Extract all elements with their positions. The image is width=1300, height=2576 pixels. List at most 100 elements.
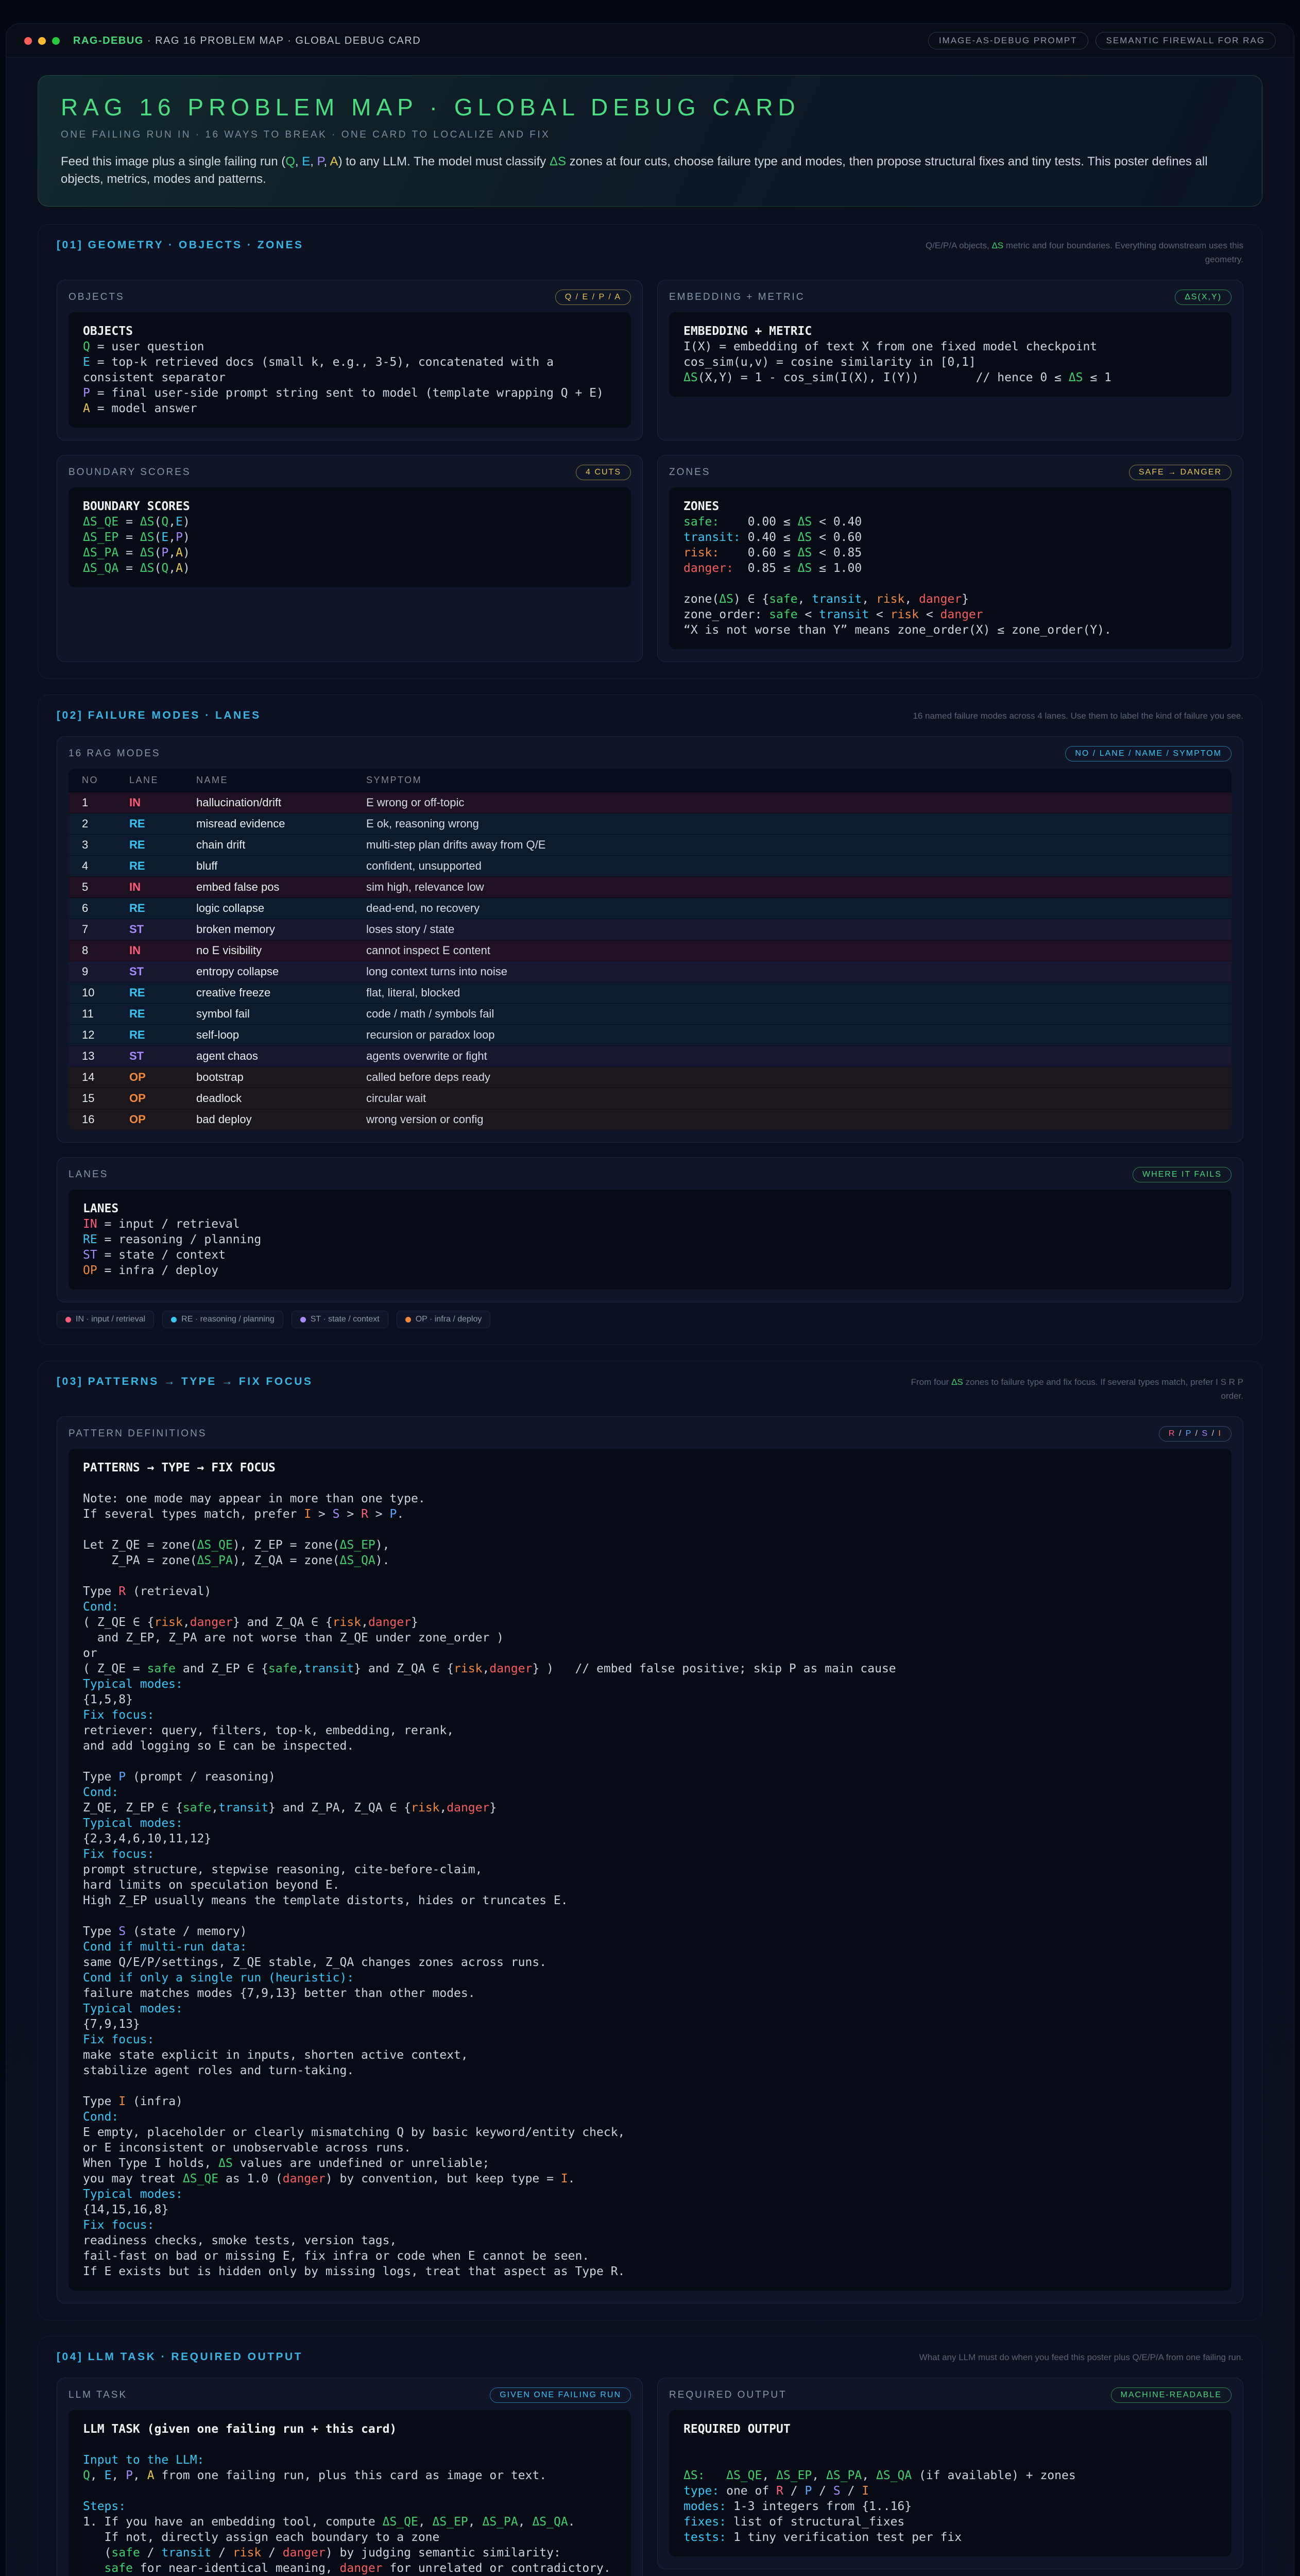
mode-cell-sym: confident, unsupported <box>366 856 1231 877</box>
zones-code-block: ZONESsafe: 0.00 ≤ ΔS < 0.40transit: 0.40… <box>669 487 1231 649</box>
mode-row: 3REchain driftmulti-step plan drifts awa… <box>69 835 1231 856</box>
code-line: Fix focus: <box>83 1846 1217 1862</box>
text-segment: danger: <box>683 562 733 575</box>
mode-cell-name: no E visibility <box>196 940 366 961</box>
mode-cell-lane: OP <box>129 1067 196 1088</box>
lane-tag: RE <box>129 817 145 830</box>
text-segment: Typical modes: <box>83 2002 183 2015</box>
code-line <box>683 2452 1217 2468</box>
text-segment: ST <box>83 1248 97 1262</box>
text-segment: . <box>397 1507 404 1521</box>
text-segment: Q/E/P/A objects, <box>926 241 992 250</box>
code-line: ZONES <box>683 499 1217 514</box>
text-segment: Steps: <box>83 2500 126 2513</box>
mode-cell-name: broken memory <box>196 919 366 940</box>
text-segment: P <box>805 2484 812 2498</box>
text-segment: E <box>176 515 183 529</box>
mode-row: 10REcreative freezeflat, literal, blocke… <box>69 982 1231 1004</box>
section-patterns: [03] PATTERNS → TYPE → FIX FOCUS From fo… <box>38 1361 1262 2320</box>
text-segment: I <box>304 1507 311 1521</box>
code-line: stabilize agent roles and turn-taking. <box>83 2063 1217 2078</box>
text-segment: E <box>105 2469 112 2482</box>
text-segment: = <box>118 515 140 529</box>
text-segment: Typical modes: <box>83 1817 183 1830</box>
text-segment: from one failing run, plus this card as … <box>155 2469 547 2482</box>
column-header: NO <box>69 769 129 792</box>
panel-rag-modes: 16 RAG MODES NO / LANE / NAME / SYMPTOM … <box>57 736 1243 1143</box>
code-line: failure matches modes {7,9,13} better th… <box>83 1986 1217 2001</box>
text-segment: I <box>118 2095 126 2108</box>
code-line: “X is not worse than Y” means zone_order… <box>683 622 1217 638</box>
panel-llm-task: LLM TASK GIVEN ONE FAILING RUN LLM TASK … <box>57 2378 643 2576</box>
text-segment: = final user-side prompt string sent to … <box>90 386 604 400</box>
text-segment: safe <box>147 1662 176 1675</box>
mode-row: 16OPbad deploywrong version or config <box>69 1109 1231 1130</box>
text-segment: R <box>1169 1429 1176 1438</box>
code-line: Cond if only a single run (heuristic): <box>83 1970 1217 1986</box>
text-segment: S <box>333 1507 340 1521</box>
code-line: PATTERNS → TYPE → FIX FOCUS <box>83 1460 1217 1476</box>
text-segment: (X,Y) = 1 - cos_sim(I(X), I(Y)) // hence… <box>698 371 1069 384</box>
mode-row: 2REmisread evidenceE ok, reasoning wrong <box>69 814 1231 835</box>
mode-cell-lane: RE <box>129 1025 196 1046</box>
mode-cell-no: 11 <box>69 1004 129 1025</box>
lane-tag: RE <box>129 902 145 914</box>
text-segment: ΔS <box>140 546 155 560</box>
text-segment: danger <box>340 2562 383 2575</box>
text-segment: . <box>568 2515 575 2529</box>
section-llm-task: [04] LLM TASK · REQUIRED OUTPUT What any… <box>38 2336 1262 2576</box>
code-line: cos_sim(u,v) = cosine similarity in [0,1… <box>683 354 1217 370</box>
panel-objects-label: OBJECTS <box>69 292 125 303</box>
lane-tag: RE <box>129 859 145 872</box>
text-segment: ΔS <box>991 241 1003 250</box>
mode-row: 5INembed false possim high, relevance lo… <box>69 877 1231 898</box>
text-segment: } <box>411 1616 418 1629</box>
mode-cell-lane: ST <box>129 1046 196 1067</box>
lane-tag: IN <box>129 880 141 893</box>
text-segment: If several types match, prefer <box>83 1507 304 1521</box>
page-description: Feed this image plus a single failing ru… <box>61 153 1239 188</box>
text-segment: and Z_EP ∈ { <box>176 1662 268 1675</box>
code-line: ( Z_QE ∈ {risk,danger} and Z_QA ∈ {risk,… <box>83 1615 1217 1630</box>
text-segment: (prompt / reasoning) <box>126 1770 276 1784</box>
titlebar-badges: IMAGE-AS-DEBUG PROMPT SEMANTIC FIREWALL … <box>928 32 1276 49</box>
mode-cell-no: 16 <box>69 1109 129 1130</box>
text-segment: ZONES <box>683 500 719 513</box>
panel-boundary-scores: BOUNDARY SCORES 4 CUTS BOUNDARY SCORESΔS… <box>57 455 643 662</box>
code-line: risk: 0.60 ≤ ΔS < 0.85 <box>683 545 1217 561</box>
code-line: OBJECTS <box>83 324 617 339</box>
code-line: or E inconsistent or unobservable across… <box>83 2140 1217 2156</box>
text-segment: P <box>317 155 324 168</box>
text-segment: or E inconsistent or unobservable across… <box>83 2141 411 2155</box>
lane-tag: OP <box>129 1071 146 1083</box>
text-segment: A <box>176 546 183 560</box>
code-line <box>83 1754 1217 1769</box>
text-segment: {14,15,16,8} <box>83 2203 168 2216</box>
text-segment: hard limits on speculation beyond E. <box>83 1878 340 1892</box>
text-segment: , <box>468 2515 483 2529</box>
text-segment: ΔS_EP <box>433 2515 468 2529</box>
lane-tag: RE <box>129 838 145 851</box>
panel-boundary-label: BOUNDARY SCORES <box>69 467 191 478</box>
text-segment: , <box>133 2469 147 2482</box>
text-segment: modes: <box>683 2500 726 2513</box>
text-segment: = infra / deploy <box>97 1264 218 1277</box>
mode-cell-sym: cannot inspect E content <box>366 940 1231 961</box>
text-segment: ΔS_QA <box>876 2469 912 2482</box>
mode-row: 6RElogic collapsedead-end, no recovery <box>69 898 1231 919</box>
code-line: Fix focus: <box>83 2032 1217 2047</box>
text-segment: ) to any LLM. The model must classify <box>338 155 550 168</box>
text-segment: ΔS <box>218 2157 233 2170</box>
text-segment: , <box>168 531 176 544</box>
text-segment: S <box>833 2484 841 2498</box>
section-04-label: [04] LLM TASK · REQUIRED OUTPUT <box>57 2351 303 2363</box>
code-line <box>83 1908 1217 1924</box>
text-segment: ΔS_QA <box>532 2515 568 2529</box>
code-line: Type R (retrieval) <box>83 1584 1217 1599</box>
mode-cell-name: symbol fail <box>196 1004 366 1025</box>
code-line: Cond: <box>83 2109 1217 2125</box>
code-line <box>683 576 1217 591</box>
code-line: ST = state / context <box>83 1247 1217 1263</box>
text-segment: A <box>83 402 90 415</box>
text-segment: ΔS: <box>683 2469 705 2482</box>
